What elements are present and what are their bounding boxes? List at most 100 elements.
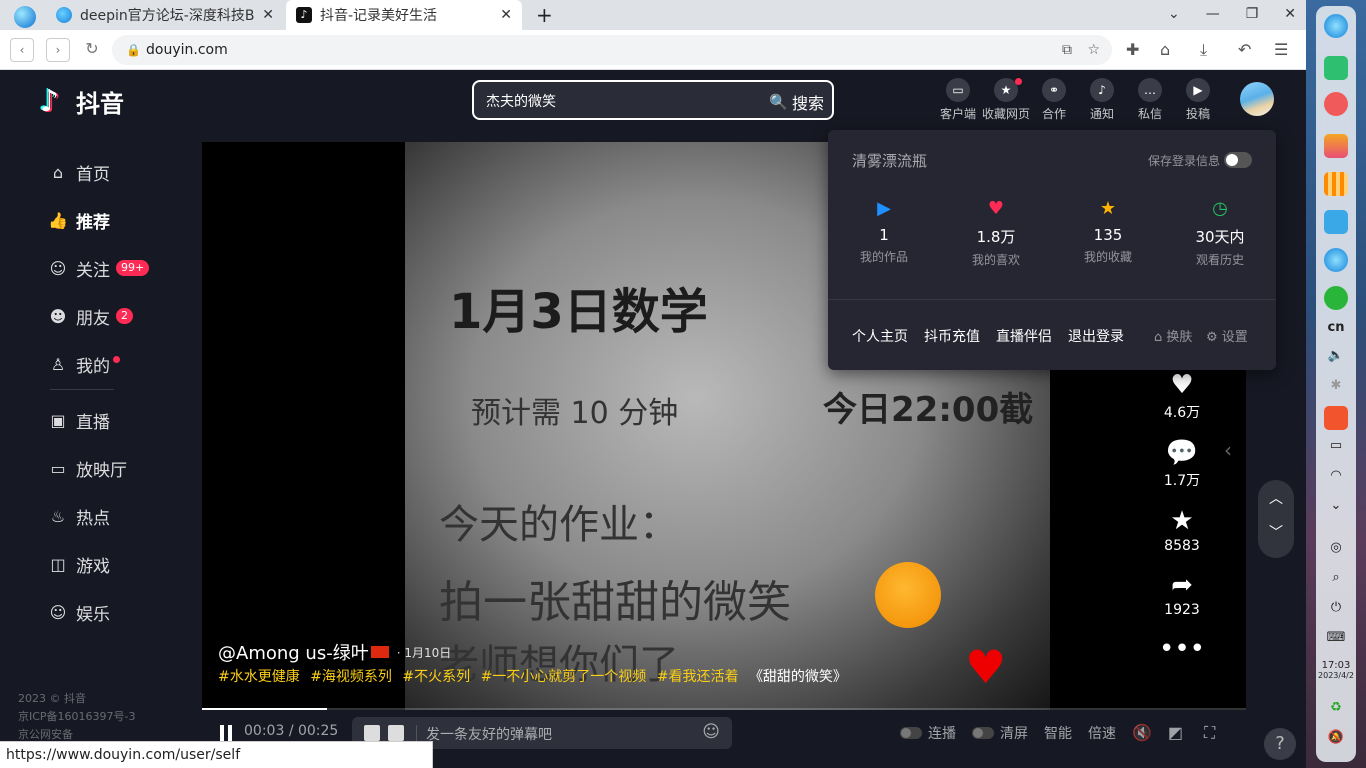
screen-recorder-icon[interactable] [1324, 92, 1348, 116]
tab-close-icon[interactable]: ✕ [262, 7, 274, 23]
terminal-icon[interactable] [1324, 56, 1348, 80]
forward-button[interactable]: › [46, 38, 70, 62]
live-companion-link[interactable]: 直播伴侣 [996, 326, 1052, 346]
sidebar-item-recommend[interactable]: 👍 推荐 [48, 196, 149, 244]
volume-mute-icon[interactable]: 🔈 [1324, 348, 1348, 363]
keyboard-icon[interactable]: ⌨ [1324, 630, 1348, 645]
sidebar-item-hot[interactable]: ♨ 热点 [48, 492, 127, 540]
back-button[interactable]: ‹ [10, 38, 34, 62]
upload-button[interactable]: ▶ 投稿 [1174, 78, 1222, 122]
autoplay-toggle[interactable]: 连播 [900, 723, 956, 743]
image-viewer-icon[interactable] [1324, 134, 1348, 158]
browser-dock-icon[interactable] [1324, 248, 1348, 272]
file-manager-icon[interactable] [1324, 210, 1348, 234]
stat-history[interactable]: ◷ 30天内 观看历史 [1164, 198, 1276, 268]
bookmark-star-icon[interactable]: ☆ [1087, 35, 1100, 65]
store-icon[interactable]: ⌂ [1160, 40, 1170, 59]
battery-icon[interactable]: ▭ [1324, 438, 1348, 453]
police-record-link[interactable]: 京公网安备 [18, 726, 73, 742]
dock-clock[interactable]: 17:03 2023/4/2 [1316, 660, 1356, 680]
menu-icon[interactable]: ☰ [1274, 40, 1288, 59]
sidebar-item-follow[interactable]: ☺ 关注 99+ [48, 244, 150, 292]
help-button[interactable]: ? [1264, 728, 1296, 760]
danmu-toggle-icon[interactable] [364, 725, 380, 741]
bookmark-page-button[interactable]: ★ 收藏网页 [982, 78, 1030, 122]
next-video-button[interactable]: ﹀ [1258, 522, 1294, 542]
do-not-disturb-icon[interactable]: 🔕 [1324, 730, 1348, 745]
notification-center-icon[interactable]: ◎ [1324, 540, 1348, 555]
trash-icon[interactable]: ♻ [1324, 700, 1348, 715]
more-button[interactable]: ••• [1150, 632, 1214, 666]
messages-button[interactable]: … 私信 [1126, 78, 1174, 122]
stat-works[interactable]: ▶ 1 我的作品 [828, 198, 940, 268]
download-icon[interactable]: ⤓ [1200, 40, 1207, 60]
search-icon[interactable]: ⌕ [1324, 570, 1348, 585]
power-icon[interactable]: ⏻ [1324, 600, 1348, 615]
history-back-icon[interactable]: ↶ [1238, 40, 1251, 59]
maximize-button[interactable]: ❐ [1246, 6, 1259, 22]
avatar[interactable] [1240, 82, 1274, 116]
notifications-button[interactable]: ♪ 通知 [1078, 78, 1126, 122]
clear-screen-toggle[interactable]: 清屏 [972, 723, 1028, 743]
extensions-icon[interactable]: ✚ [1126, 40, 1139, 59]
danmu-input[interactable]: 发一条友好的弹幕吧 [426, 724, 552, 744]
open-external-icon[interactable]: ⧉ [1062, 35, 1072, 65]
tab-list-chevron-icon[interactable]: ⌄ [1168, 6, 1180, 22]
video-author[interactable]: @Among us-绿叶 · 1月10日 [218, 639, 451, 665]
app-store-icon[interactable] [1324, 172, 1348, 196]
reload-button[interactable]: ↻ [80, 38, 104, 62]
sidebar-item-theater[interactable]: ▭ 放映厅 [48, 444, 127, 492]
quality-button[interactable]: 智能 [1044, 723, 1072, 743]
close-window-button[interactable]: ✕ [1284, 6, 1296, 22]
wifi-icon[interactable]: ◠ [1324, 468, 1348, 483]
tray-expand-icon[interactable]: ⌄ [1324, 498, 1348, 513]
emoji-icon[interactable]: ☺ [702, 722, 720, 742]
cooperation-button[interactable]: ⚭ 合作 [1030, 78, 1078, 122]
sidebar-item-home[interactable]: ⌂ 首页 [48, 148, 149, 196]
music-title[interactable]: 《甜甜的微笑》 [749, 669, 847, 685]
tab-deepin-forum[interactable]: deepin官方论坛-深度科技B ✕ [52, 0, 284, 30]
pause-button[interactable] [220, 725, 232, 741]
launcher-icon[interactable] [1324, 14, 1348, 38]
browser-logo-icon[interactable] [14, 6, 36, 28]
sogou-icon[interactable] [1324, 406, 1348, 430]
sidebar-item-me[interactable]: ♙ 我的 [48, 340, 149, 388]
comment-button[interactable]: 💬 1.7万 [1150, 436, 1214, 490]
favorite-button[interactable]: ★ 8583 [1150, 504, 1214, 554]
client-download-button[interactable]: ▭ 客户端 [934, 78, 982, 122]
mute-icon[interactable]: 🔇 [1132, 723, 1152, 742]
skin-button[interactable]: ⌂ 换肤 [1154, 326, 1192, 345]
tab-douyin[interactable]: ♪ 抖音-记录美好生活 ✕ [286, 0, 522, 30]
hashtag-link[interactable]: #看我还活着 [657, 669, 739, 685]
pip-icon[interactable]: ◩ [1168, 723, 1183, 742]
sidebar-item-friends[interactable]: ☻ 朋友 2 [48, 292, 149, 340]
input-method-icon[interactable]: cn [1324, 320, 1348, 335]
hashtag-link[interactable]: #水水更健康 [218, 669, 300, 685]
minimize-button[interactable]: — [1206, 6, 1220, 22]
settings-button[interactable]: ⚙ 设置 [1206, 326, 1248, 345]
icp-link[interactable]: 京ICP备16016397号-3 [18, 708, 136, 724]
bluetooth-icon[interactable]: ✱ [1324, 378, 1348, 393]
logout-link[interactable]: 退出登录 [1068, 326, 1124, 346]
search-button[interactable]: 🔍 搜索 [769, 90, 824, 114]
stat-favorites[interactable]: ★ 135 我的收藏 [1052, 198, 1164, 268]
collapse-chevron-icon[interactable]: ‹ [1224, 438, 1232, 462]
recharge-link[interactable]: 抖币充值 [924, 326, 980, 346]
speed-button[interactable]: 倍速 [1088, 723, 1116, 743]
search-input[interactable] [486, 90, 756, 112]
sidebar-item-entertainment[interactable]: ☺ 娱乐 [48, 588, 127, 636]
fullscreen-icon[interactable]: ⛶ [1204, 723, 1215, 743]
share-button[interactable]: ➦ 1923 [1150, 568, 1214, 618]
wechat-icon[interactable] [1324, 286, 1348, 310]
danmu-settings-icon[interactable] [388, 725, 404, 741]
sidebar-item-live[interactable]: ▣ 直播 [48, 396, 127, 444]
like-button[interactable]: ♥ 4.6万 [1150, 368, 1214, 422]
hashtag-link[interactable]: #一不小心就剪了一个视频 [481, 669, 647, 685]
url-field[interactable]: 🔒 douyin.com ⧉ ☆ [112, 35, 1112, 65]
new-tab-button[interactable]: + [536, 3, 553, 27]
tab-close-icon[interactable]: ✕ [500, 7, 512, 23]
profile-link[interactable]: 个人主页 [852, 326, 908, 346]
douyin-logo[interactable]: ♪ 抖音 [40, 84, 124, 119]
previous-video-button[interactable]: ︿ [1258, 488, 1294, 508]
stat-likes[interactable]: ♥ 1.8万 我的喜欢 [940, 198, 1052, 268]
